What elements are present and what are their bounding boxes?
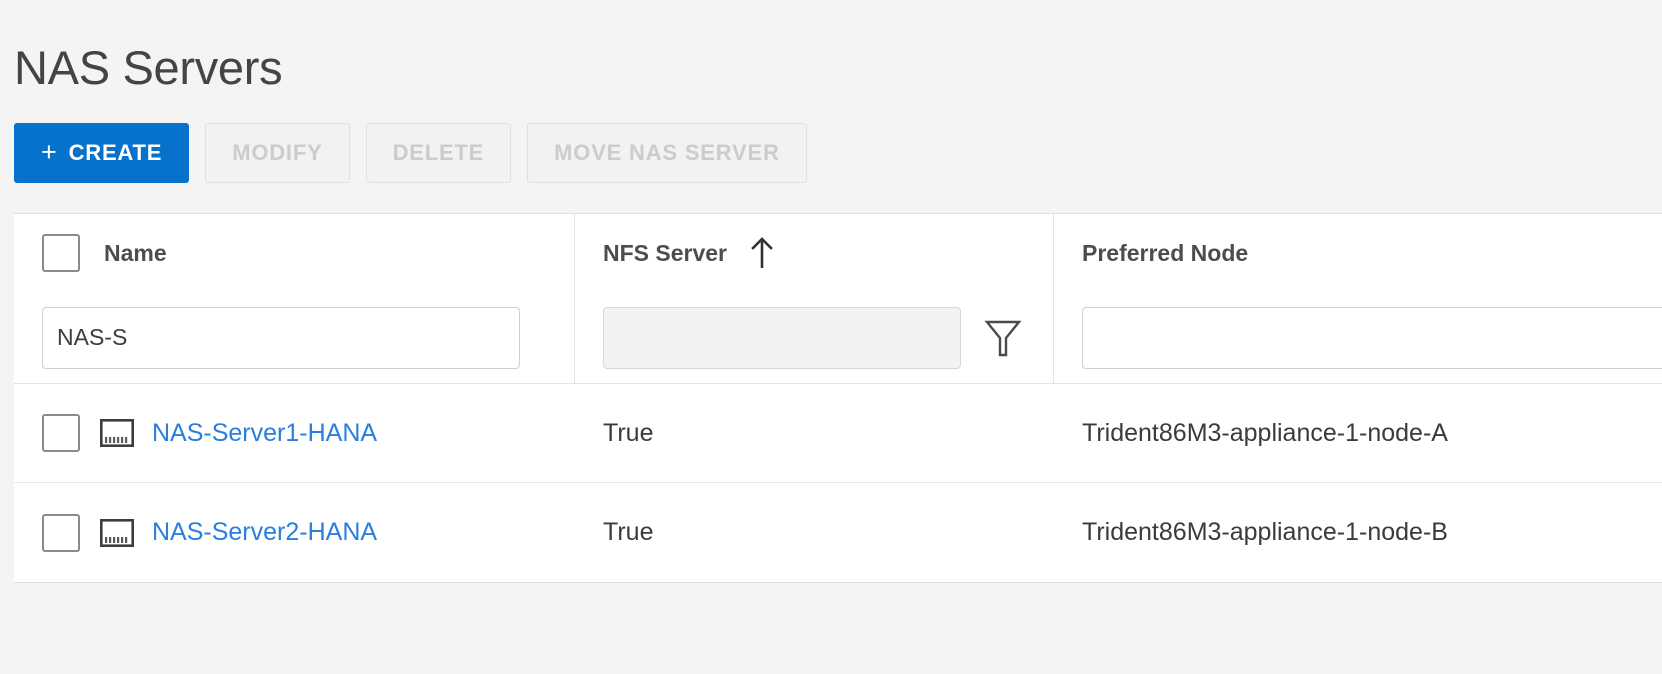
select-all-checkbox[interactable]: [42, 234, 80, 272]
filter-cell-preferred-node: [1054, 292, 1662, 383]
modify-button-label: MODIFY: [232, 140, 323, 165]
column-header-name[interactable]: Name: [104, 240, 167, 267]
funnel-icon[interactable]: [983, 316, 1023, 360]
preferred-node-filter-input[interactable]: [1082, 306, 1662, 369]
select-all-checkbox-wrap[interactable]: [42, 234, 80, 272]
filter-cell-name: [14, 292, 575, 383]
row-checkbox-wrap[interactable]: [42, 513, 80, 552]
nas-server-name-link[interactable]: NAS-Server1-HANA: [152, 419, 377, 448]
header-cell-preferred-node: Preferred Node: [1054, 214, 1662, 292]
nfs-server-value: True: [603, 518, 654, 546]
row-cell-nfs-server: True: [575, 518, 1054, 547]
row-checkbox[interactable]: [42, 414, 80, 452]
nfs-server-value: True: [603, 418, 654, 447]
row-cell-name: NAS-Server1-HANA: [14, 414, 575, 452]
page-title: NAS Servers: [14, 41, 283, 95]
row-cell-nfs-server: True: [575, 419, 1054, 448]
nas-server-name-link[interactable]: NAS-Server2-HANA: [152, 518, 377, 547]
move-nas-server-button[interactable]: MOVE NAS SERVER: [527, 123, 807, 183]
create-button-label: CREATE: [68, 140, 163, 165]
nas-server-icon: [100, 518, 134, 547]
delete-button-label: DELETE: [392, 140, 485, 165]
nas-servers-table: Name NFS Server Preferred Node NAS-S NAS…: [14, 213, 1662, 583]
table-row[interactable]: NAS-Server2-HANA True Trident86M3-applia…: [14, 483, 1662, 582]
create-button[interactable]: + CREATE: [14, 123, 190, 183]
column-header-preferred-node[interactable]: Preferred Node: [1082, 240, 1248, 267]
preferred-node-value: Trident86M3-appliance-1-node-A: [1082, 418, 1448, 447]
column-header-nfs-server[interactable]: NFS Server: [603, 240, 727, 267]
table-row[interactable]: NAS-Server1-HANA True Trident86M3-applia…: [14, 384, 1662, 483]
row-cell-preferred-node: Trident86M3-appliance-1-node-B: [1054, 518, 1662, 547]
preferred-node-value: Trident86M3-appliance-1-node-B: [1082, 518, 1448, 546]
row-cell-preferred-node: Trident86M3-appliance-1-node-A: [1054, 419, 1662, 448]
action-toolbar: + CREATE MODIFY DELETE MOVE NAS SERVER: [14, 123, 807, 183]
table-filter-row: [14, 292, 1662, 384]
header-cell-nfs-server: NFS Server: [575, 214, 1054, 292]
name-filter-input[interactable]: [42, 306, 520, 369]
delete-button[interactable]: DELETE: [365, 123, 512, 183]
nas-server-icon: [100, 419, 134, 447]
plus-icon: +: [41, 136, 58, 167]
nfs-server-filter-input[interactable]: [603, 306, 961, 369]
row-checkbox[interactable]: [42, 513, 80, 552]
modify-button[interactable]: MODIFY: [205, 123, 350, 183]
filter-cell-nfs-server: [575, 292, 1054, 383]
row-cell-name: NAS-Server2-HANA: [14, 513, 575, 552]
arrow-up-icon[interactable]: [749, 236, 775, 270]
header-cell-name: Name: [14, 214, 575, 292]
table-header-row: Name NFS Server Preferred Node: [14, 214, 1662, 292]
row-checkbox-wrap[interactable]: [42, 414, 80, 452]
move-nas-server-button-label: MOVE NAS SERVER: [554, 140, 780, 165]
